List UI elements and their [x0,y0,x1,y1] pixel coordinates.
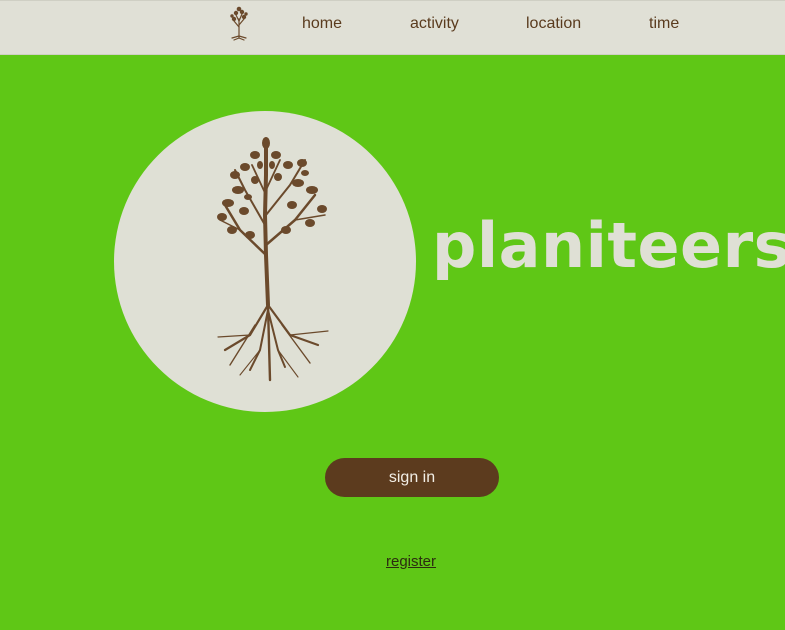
register-link[interactable]: register [386,553,436,570]
sign-in-button[interactable]: sign in [325,458,499,497]
tree-icon[interactable] [228,5,250,41]
tree-logo-icon [217,137,329,382]
nav-activity[interactable]: activity [410,15,459,33]
nav-home[interactable]: home [302,15,342,33]
nav-time[interactable]: time [649,15,679,33]
nav-location[interactable]: location [526,15,581,33]
top-navbar: home activity location time [0,0,785,55]
brand-title: planiteers [432,209,785,282]
